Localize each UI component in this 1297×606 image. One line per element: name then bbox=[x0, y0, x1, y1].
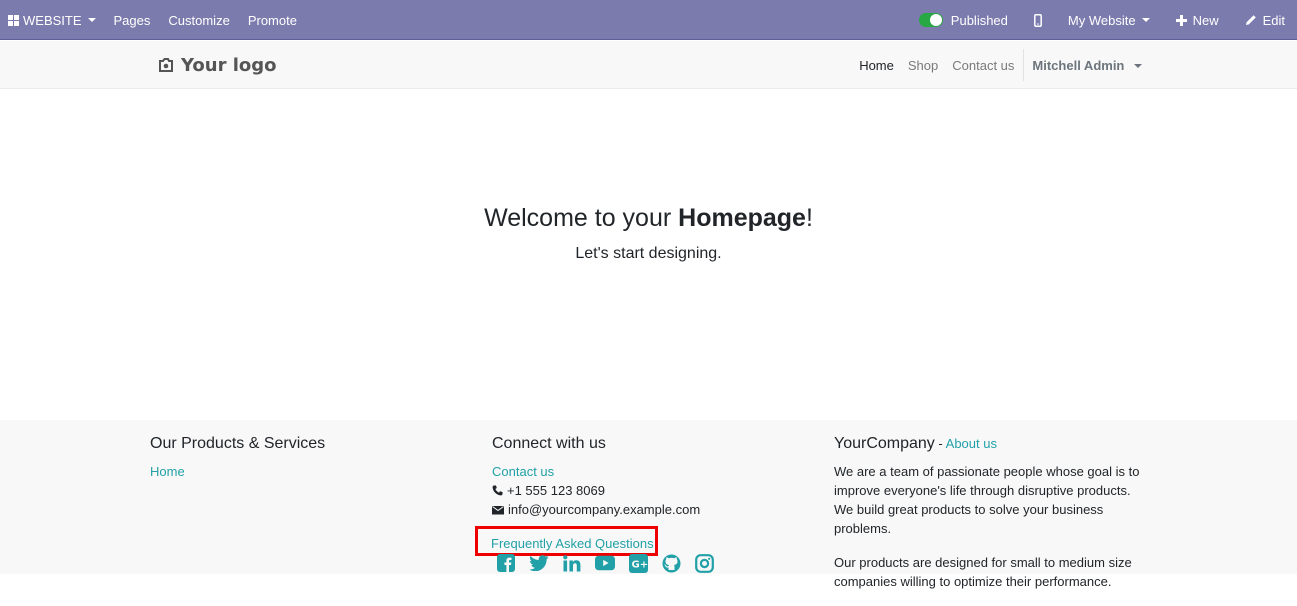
email-address: info@yourcompany.example.com bbox=[508, 502, 701, 517]
apps-grid-icon bbox=[8, 14, 19, 26]
new-button[interactable]: New bbox=[1163, 0, 1232, 40]
customize-menu[interactable]: Customize bbox=[159, 0, 238, 40]
user-menu[interactable]: Mitchell Admin bbox=[1024, 58, 1142, 73]
nav-contact-us[interactable]: Contact us bbox=[945, 58, 1021, 73]
footer-products: Our Products & Services Home bbox=[150, 434, 325, 481]
website-menu-label: WEBSITE bbox=[23, 12, 82, 28]
my-website-menu[interactable]: My Website bbox=[1055, 0, 1163, 40]
edit-label: Edit bbox=[1262, 12, 1285, 28]
user-name: Mitchell Admin bbox=[1032, 57, 1125, 73]
instagram-icon[interactable] bbox=[694, 553, 714, 573]
github-icon[interactable] bbox=[661, 553, 681, 573]
publish-toggle[interactable]: Published bbox=[906, 0, 1021, 40]
logo-text: Your logo bbox=[181, 54, 277, 76]
about-paragraph-1: We are a team of passionate people whose… bbox=[834, 464, 1140, 536]
about-heading: YourCompany - About us bbox=[834, 434, 1149, 453]
admin-bar: WEBSITE Pages Customize Promote Publishe… bbox=[0, 0, 1297, 40]
my-website-label: My Website bbox=[1067, 12, 1136, 28]
footer-connect: Connect with us Contact us +1 555 123 80… bbox=[492, 434, 700, 519]
mobile-preview-button[interactable] bbox=[1021, 0, 1055, 40]
svg-text:G+: G+ bbox=[631, 559, 648, 570]
about-paragraph-2: Our products are designed for small to m… bbox=[834, 555, 1132, 589]
products-heading: Our Products & Services bbox=[150, 435, 326, 452]
youtube-icon[interactable] bbox=[595, 553, 615, 573]
envelope-icon bbox=[492, 505, 508, 515]
footer-about: YourCompany - About us We are a team of … bbox=[834, 434, 1149, 606]
nav-shop[interactable]: Shop bbox=[901, 58, 945, 73]
linkedin-icon[interactable] bbox=[562, 553, 582, 573]
pencil-icon bbox=[1245, 14, 1257, 26]
email-line: info@yourcompany.example.com bbox=[492, 500, 700, 519]
phone-line: +1 555 123 8069 bbox=[492, 481, 700, 500]
chevron-down-icon bbox=[1141, 18, 1150, 22]
phone-number: +1 555 123 8069 bbox=[507, 483, 605, 498]
hero-subtitle: Let's start designing. bbox=[575, 245, 722, 262]
chevron-down-icon bbox=[87, 18, 96, 22]
phone-icon bbox=[492, 485, 507, 496]
footer-contact-link[interactable]: Contact us bbox=[492, 462, 700, 481]
toggle-switch[interactable] bbox=[918, 13, 943, 27]
site-logo[interactable]: Your logo bbox=[158, 53, 277, 77]
heading-separator: - bbox=[934, 436, 946, 451]
hero-title-bold: Homepage bbox=[678, 204, 806, 232]
hero-title-prefix: Welcome to your bbox=[484, 204, 679, 232]
hero-section: Welcome to your Homepage! Let's start de… bbox=[0, 89, 1297, 420]
published-label: Published bbox=[950, 12, 1008, 28]
site-footer: Our Products & Services Home Connect wit… bbox=[0, 420, 1297, 589]
promote-menu[interactable]: Promote bbox=[239, 0, 306, 40]
chevron-down-icon bbox=[1134, 64, 1142, 69]
nav-home[interactable]: Home bbox=[852, 58, 901, 73]
footer-link-home[interactable]: Home bbox=[150, 462, 325, 481]
edit-button[interactable]: Edit bbox=[1232, 0, 1285, 40]
faq-link[interactable]: Frequently Asked Questions bbox=[491, 534, 654, 553]
plus-icon bbox=[1175, 14, 1187, 26]
admin-bar-left: WEBSITE Pages Customize Promote bbox=[8, 0, 306, 40]
main-nav: Home Shop Contact us Mitchell Admin bbox=[852, 41, 1142, 89]
about-us-link[interactable]: About us bbox=[946, 436, 997, 451]
company-name: YourCompany bbox=[834, 435, 935, 452]
mobile-icon bbox=[1033, 13, 1042, 27]
admin-bar-right: Published My Website New Edit bbox=[906, 0, 1285, 40]
connect-heading: Connect with us bbox=[492, 435, 606, 452]
pages-menu[interactable]: Pages bbox=[105, 0, 160, 40]
twitter-icon[interactable] bbox=[529, 553, 549, 573]
hero-title-suffix: ! bbox=[805, 204, 813, 232]
new-label: New bbox=[1192, 12, 1219, 28]
social-links: G+ bbox=[496, 553, 727, 573]
camera-icon bbox=[158, 58, 181, 72]
site-header: Your logo Home Shop Contact us Mitchell … bbox=[0, 41, 1297, 89]
google-plus-icon[interactable]: G+ bbox=[628, 553, 648, 573]
website-menu[interactable]: WEBSITE bbox=[8, 0, 105, 40]
hero-title: Welcome to your Homepage! bbox=[0, 204, 1297, 233]
facebook-icon[interactable] bbox=[496, 553, 516, 573]
